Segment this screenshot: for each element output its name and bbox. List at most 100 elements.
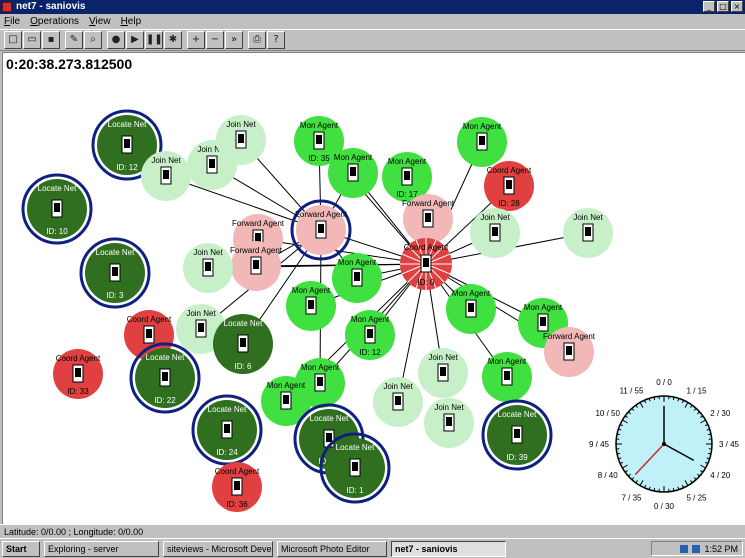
toolbar-save-button[interactable]: ▪: [42, 31, 60, 49]
maximize-button[interactable]: □: [717, 1, 729, 12]
node-label: Forward Agent: [232, 219, 285, 228]
menu-operations[interactable]: Operations: [30, 14, 79, 29]
toolbar-add-button[interactable]: +: [187, 31, 205, 49]
minimize-button[interactable]: _: [703, 1, 715, 12]
toolbar-tool-a-button[interactable]: ✎: [65, 31, 83, 49]
clock-tick: [653, 487, 656, 492]
phone-screen: [350, 167, 356, 176]
menu-help[interactable]: Help: [121, 14, 142, 29]
task-photo-editor[interactable]: Microsoft Photo Editor: [277, 540, 387, 557]
clock-tick: [616, 452, 621, 455]
phone-screen: [540, 317, 546, 326]
menu-view[interactable]: View: [89, 14, 111, 29]
node-label: Join Net: [186, 309, 216, 318]
agent-node[interactable]: Mon Agent: [457, 117, 507, 167]
toolbar-help-button[interactable]: ?: [267, 31, 285, 49]
phone-screen: [585, 227, 591, 236]
node-id: ID: 10: [46, 227, 68, 236]
node-label: Forward Agent: [543, 332, 596, 341]
toolbar-print-button[interactable]: ⎙: [248, 31, 266, 49]
phone-screen: [146, 329, 152, 338]
node-label: Mon Agent: [463, 122, 502, 131]
toolbar-forward-button[interactable]: »: [225, 31, 243, 49]
agent-node[interactable]: Join Net: [141, 151, 191, 201]
node-label: Locate Net: [224, 319, 263, 328]
node-label: Join Net: [428, 353, 458, 362]
agent-node[interactable]: Forward Agent: [230, 241, 283, 291]
agent-node[interactable]: Join Net: [563, 208, 613, 258]
toolbar-remove-button[interactable]: −: [206, 31, 224, 49]
agent-node[interactable]: Mon Agent: [286, 281, 336, 331]
agent-node[interactable]: Forward Agent: [543, 327, 596, 377]
phone-screen: [209, 159, 215, 168]
node-label: Mon Agent: [301, 363, 340, 372]
agent-node[interactable]: Mon Agent: [482, 352, 532, 402]
toolbar-open-button[interactable]: ▭: [23, 31, 41, 49]
task-developer[interactable]: siteviews - Microsoft Develo...: [163, 540, 273, 557]
phone-screen: [479, 136, 485, 145]
node-label: Coord Agent: [215, 467, 260, 476]
node-label: Join Net: [193, 248, 223, 257]
menu-file[interactable]: File: [4, 14, 20, 29]
agent-node[interactable]: Forward Agent: [290, 199, 352, 261]
agent-node[interactable]: Join Net: [424, 398, 474, 448]
agent-node[interactable]: Join Net: [470, 208, 520, 258]
task-net7[interactable]: net7 - saniovis: [391, 540, 506, 557]
agent-node[interactable]: Locate Net ID: 22: [129, 342, 201, 414]
toolbar-pause-button[interactable]: ❚❚: [145, 31, 163, 49]
status-bar: Latitude: 0/0.00 ; Longitude: 0/0.00: [0, 524, 745, 538]
toolbar-new-button[interactable]: □: [4, 31, 22, 49]
agent-node[interactable]: Forward Agent: [402, 194, 455, 244]
agent-node[interactable]: Join Net: [216, 115, 266, 165]
node-label: Coord Agent: [127, 315, 172, 324]
phone-screen: [316, 135, 322, 144]
phone-screen: [352, 462, 358, 471]
tray-volume-icon[interactable]: [692, 544, 701, 553]
agent-node[interactable]: Coord Agent ID: 28: [484, 161, 534, 211]
agent-node[interactable]: Mon Agent: [332, 253, 382, 303]
agent-node[interactable]: Locate Net ID: 24: [191, 394, 263, 466]
phone-screen: [162, 372, 168, 381]
phone-screen: [240, 338, 246, 347]
node-label: Mon Agent: [452, 289, 491, 298]
agent-node[interactable]: Coord Agent ID: 33: [53, 349, 103, 399]
node-label: Mon Agent: [292, 286, 331, 295]
clock-tick: [616, 433, 621, 436]
phone-screen: [255, 233, 261, 242]
toolbar-record-button[interactable]: ●: [107, 31, 125, 49]
start-button[interactable]: Start: [2, 540, 40, 557]
agent-node[interactable]: Coord Agent ID: 36: [212, 462, 262, 512]
window-title: net7 - saniovis: [16, 1, 86, 12]
phone-screen: [514, 429, 520, 438]
agent-node[interactable]: Mon Agent: [328, 148, 378, 198]
task-exploring[interactable]: Exploring - server: [44, 540, 159, 557]
agent-node[interactable]: Locate Net ID: 6: [213, 314, 273, 374]
agent-node[interactable]: Mon Agent: [446, 284, 496, 334]
node-label: Forward Agent: [295, 210, 348, 219]
agent-node[interactable]: Locate Net ID: 3: [79, 237, 151, 309]
toolbar-play-button[interactable]: ▶: [126, 31, 144, 49]
toolbar-bug-button[interactable]: ✱: [164, 31, 182, 49]
node-id: ID: 28: [498, 199, 520, 208]
node-label: Locate Net: [310, 414, 349, 423]
node-label: Mon Agent: [267, 381, 306, 390]
agent-node[interactable]: Join Net: [183, 243, 233, 293]
agent-node[interactable]: Join Net: [418, 348, 468, 398]
network-canvas[interactable]: 0:20:38.273.812500 Locate Net ID: 12 Locat…: [2, 52, 745, 524]
phone-screen: [395, 396, 401, 405]
toolbar-tool-b-button[interactable]: ⌕: [84, 31, 102, 49]
agent-node[interactable]: Locate Net ID: 10: [21, 173, 93, 245]
agent-node[interactable]: Join Net: [373, 377, 423, 427]
clock-tick: [707, 452, 712, 455]
agent-node[interactable]: Locate Net ID: 39: [481, 399, 553, 471]
phone-screen: [404, 171, 410, 180]
node-label: Mon Agent: [388, 157, 427, 166]
agent-node[interactable]: Coord Agent ID: 0: [400, 238, 452, 290]
agent-node[interactable]: Locate Net ID: 1: [319, 432, 391, 504]
tray-network-icon[interactable]: [680, 544, 689, 553]
node-label: Mon Agent: [488, 357, 527, 366]
clock-tick: [672, 487, 675, 492]
close-button[interactable]: ×: [731, 1, 743, 12]
phone-screen: [308, 300, 314, 309]
agent-node[interactable]: Mon Agent ID: 12: [345, 310, 395, 360]
